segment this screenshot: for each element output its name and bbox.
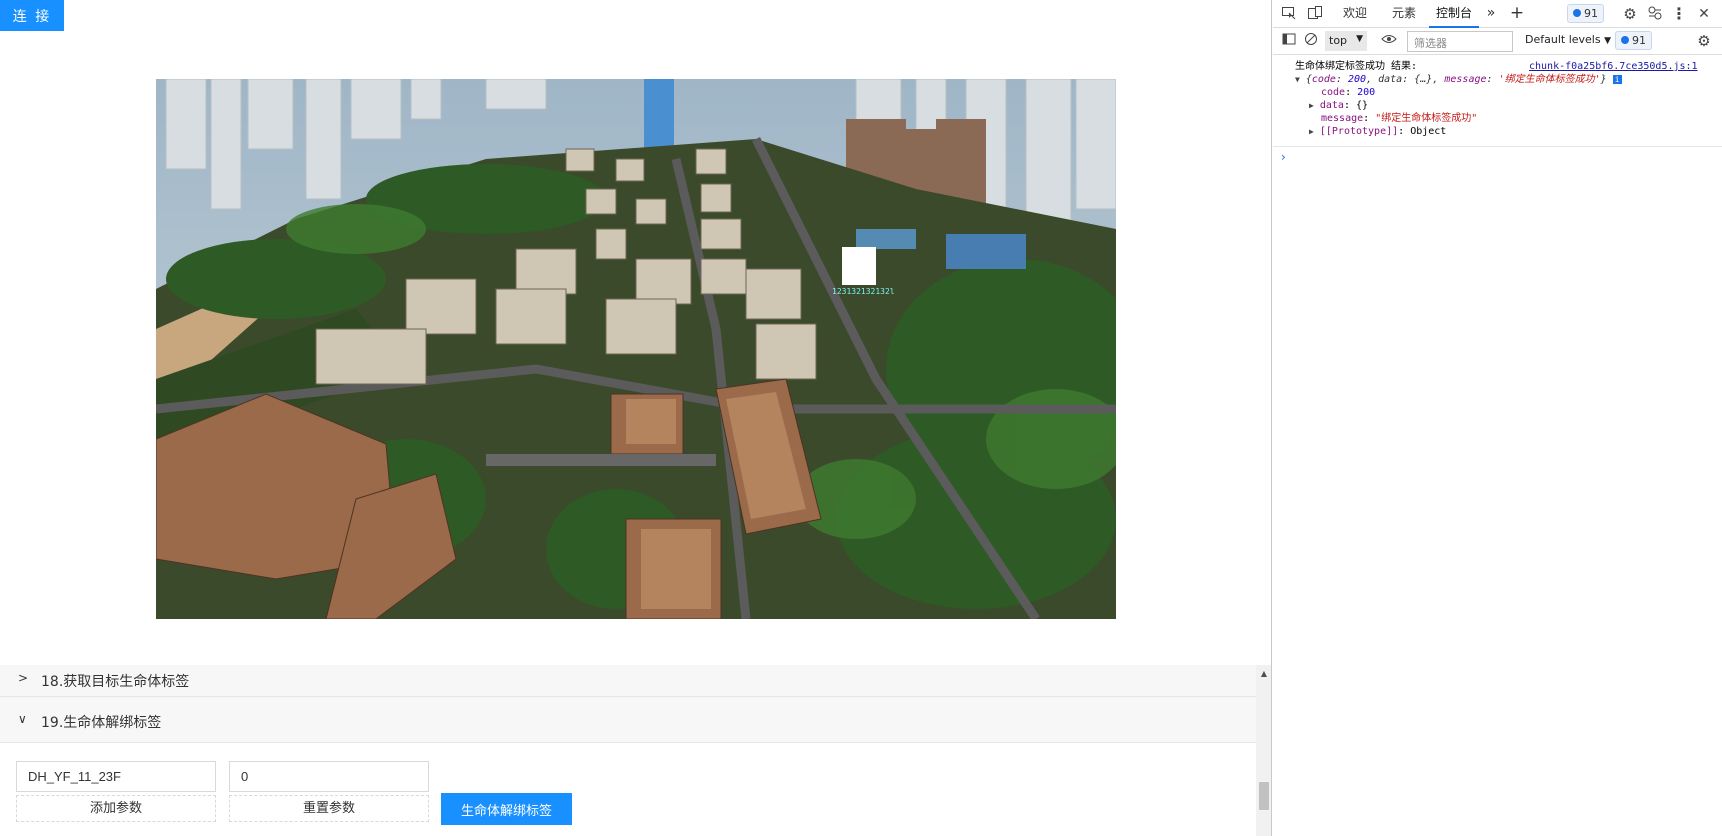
unbind-tag-button[interactable]: 生命体解绑标签	[441, 793, 572, 825]
context-value: top	[1329, 34, 1348, 47]
console-toolbar: top ▼ 筛选器 Default levels ▼ 91 ⚙	[1273, 28, 1722, 55]
section-19-title: 19.生命体解绑标签	[41, 715, 162, 731]
clear-console-icon[interactable]	[1302, 32, 1320, 50]
settings-gear-icon[interactable]: ⚙	[1621, 5, 1639, 23]
context-select[interactable]: top ▼	[1325, 31, 1367, 51]
tab-console[interactable]: 控制台	[1429, 0, 1479, 28]
prop-prototype-key: [[Prototype]]	[1319, 126, 1399, 137]
add-param-button[interactable]: 添加参数	[16, 795, 216, 822]
prop-message-val: "绑定生命体标签成功"	[1375, 113, 1478, 124]
info-icon: i	[1612, 75, 1622, 84]
prop-message: message: "绑定生命体标签成功"	[1321, 113, 1478, 124]
live-expression-eye-icon[interactable]	[1380, 32, 1398, 50]
prop-data-key: data	[1319, 100, 1344, 111]
param-input-2[interactable]: 0	[229, 761, 429, 792]
summary-message-val: '绑定生命体标签成功'	[1498, 74, 1601, 85]
log-levels-label: Default levels	[1525, 33, 1601, 46]
chevron-down-icon: ∨	[18, 712, 27, 726]
section-18-header[interactable]: > 18.获取目标生命体标签	[0, 665, 1256, 697]
scene-marker-label: 123132132132l	[832, 287, 895, 296]
summary-message-key: message	[1444, 74, 1487, 85]
app-pane: 连 接 123132132132l > 18.获取目标生命体标签 ∨ 19.生命…	[0, 0, 1272, 836]
collapsed-triangle-icon: ▶	[1309, 101, 1314, 110]
more-tabs-icon[interactable]: »	[1483, 0, 1499, 28]
customize-icon[interactable]	[1646, 5, 1664, 23]
device-toolbar-icon[interactable]	[1306, 5, 1324, 23]
sidebar-toggle-icon[interactable]	[1280, 32, 1298, 50]
tab-welcome[interactable]: 欢迎	[1333, 0, 1377, 28]
prop-code-val: 200	[1357, 87, 1376, 98]
issues-count: 91	[1584, 7, 1598, 20]
more-options-icon[interactable]: ⋮	[1670, 5, 1688, 23]
devtools-tab-bar: 欢迎 元素 控制台 » + 91 ⚙ ⋮ ✕	[1273, 0, 1722, 28]
prop-prototype-val: Object	[1410, 126, 1447, 137]
summary-code-key: code	[1311, 74, 1336, 85]
caret-down-icon: ▼	[1604, 36, 1611, 46]
toolbar-issues-count: 91	[1632, 34, 1646, 47]
reset-param-button[interactable]: 重置参数	[229, 795, 429, 822]
tab-elements[interactable]: 元素	[1385, 0, 1423, 28]
prop-code: code: 200	[1321, 87, 1376, 98]
toolbar-issues-badge[interactable]: 91	[1615, 31, 1652, 50]
log-levels-dropdown[interactable]: Default levels ▼	[1525, 33, 1611, 46]
devtools-pane: 欢迎 元素 控制台 » + 91 ⚙ ⋮ ✕ top ▼ 筛选器 Default…	[1273, 0, 1722, 836]
summary-code-val: 200	[1348, 74, 1367, 85]
add-tab-icon[interactable]: +	[1508, 0, 1526, 28]
console-filter-input[interactable]: 筛选器	[1407, 31, 1513, 52]
prop-code-key: code	[1321, 87, 1346, 98]
scroll-up-icon[interactable]: ▲	[1256, 669, 1271, 678]
issues-icon	[1573, 9, 1581, 17]
console-prompt[interactable]: ›	[1281, 150, 1286, 164]
param-input-1[interactable]: DH_YF_11_23F	[16, 761, 216, 792]
summary-data: data: {…}	[1378, 74, 1433, 85]
console-object-summary[interactable]: ▼ {code: 200, data: {…}, message: '绑定生命体…	[1295, 73, 1622, 86]
scroll-thumb[interactable]	[1259, 782, 1269, 810]
section-18-title: 18.获取目标生命体标签	[41, 674, 190, 690]
collapsed-triangle-icon: ▶	[1309, 127, 1314, 136]
expanded-triangle-icon: ▼	[1295, 75, 1300, 84]
console-settings-gear-icon[interactable]: ⚙	[1695, 32, 1713, 50]
3d-scene-view[interactable]: 123132132132l	[156, 79, 1116, 619]
city-scene-image: 123132132132l	[156, 79, 1116, 619]
chevron-right-icon: >	[18, 671, 29, 685]
caret-down-icon: ▼	[1356, 34, 1363, 44]
close-icon[interactable]: ✕	[1695, 5, 1713, 23]
prop-message-key: message	[1321, 113, 1364, 124]
console-divider	[1273, 146, 1722, 147]
issues-icon	[1621, 36, 1629, 44]
prop-prototype[interactable]: ▶ [[Prototype]]: Object	[1309, 125, 1446, 138]
prop-data-val: {}	[1356, 100, 1369, 111]
issues-badge[interactable]: 91	[1567, 4, 1604, 23]
prop-data[interactable]: ▶ data: {}	[1309, 99, 1368, 112]
connect-button[interactable]: 连 接	[0, 0, 64, 31]
console-source-link[interactable]: chunk-f0a25bf6.7ce350d5.js:1	[1529, 60, 1698, 73]
inspect-element-icon[interactable]	[1280, 5, 1298, 23]
scene-marker[interactable]	[842, 247, 876, 285]
panel-scrollbar[interactable]: ▲	[1256, 665, 1271, 836]
console-log-message: 生命体绑定标签成功 结果:	[1295, 61, 1418, 72]
section-19-header[interactable]: ∨ 19.生命体解绑标签	[0, 697, 1256, 743]
